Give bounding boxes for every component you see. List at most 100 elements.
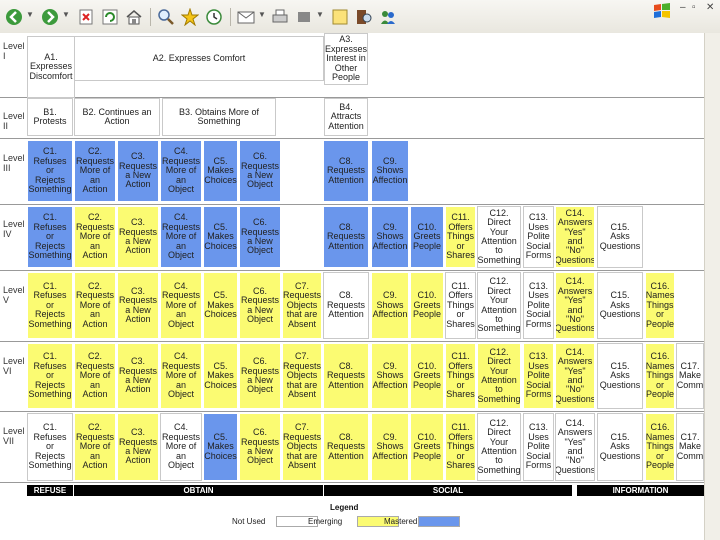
skill-cell: C4. Requests More of an Object	[160, 343, 202, 409]
skill-cell: C3. Requests a New Action	[117, 140, 159, 202]
skill-cell: C12. Direct Your Attention to Something	[477, 413, 521, 481]
skill-cell: C8. Requests Attention	[323, 272, 369, 339]
skill-cell: B1. Protests	[27, 98, 73, 136]
skill-cell: C10. Greets People	[410, 272, 444, 339]
skill-cell: C13. Uses Polite Social Forms	[523, 272, 554, 339]
legend-label-emerging: Emerging	[308, 517, 343, 526]
skill-cell: A1. Expresses Discomfort	[27, 36, 75, 98]
communication-matrix-page: Level I Level II Level III Level IV Level V L…	[0, 33, 704, 540]
skill-cell: C11. Offers Things or Shares	[445, 413, 476, 481]
skill-cell: C16. Names Things or People	[645, 413, 675, 481]
research-icon[interactable]	[354, 7, 374, 27]
skill-cell: C8. Requests Attention	[323, 413, 369, 481]
edit-icon[interactable]	[294, 7, 314, 27]
edit-dropdown-icon[interactable]: ▼	[316, 10, 324, 19]
legend-swatch-mastered	[418, 516, 460, 527]
legend-label-mastered: Mastered	[384, 517, 418, 526]
close-icon[interactable]: ✕	[706, 2, 714, 13]
skill-cell: C14. Answers "Yes" and "No" Questions	[555, 272, 595, 339]
skill-cell: C2. Requests More of an Action	[74, 413, 116, 481]
back-dropdown-icon[interactable]: ▼	[26, 10, 34, 19]
skill-cell: C17. Make Comm	[676, 413, 704, 481]
category-bar: REFUSE	[27, 485, 73, 496]
legend-label-not-used: Not Used	[232, 517, 266, 526]
skill-cell: B2. Continues an Action	[74, 98, 160, 136]
skill-cell: C12. Direct Your Attention to Something	[477, 206, 521, 268]
mail-icon[interactable]	[236, 7, 256, 27]
skill-cell: C7. Requests Objects that are Absent	[282, 272, 322, 339]
print-icon[interactable]	[270, 7, 290, 27]
level-label: Level II	[3, 111, 25, 131]
skill-cell: C2. Requests More of an Action	[74, 272, 116, 339]
skill-cell: C3. Requests a New Action	[117, 413, 159, 481]
skill-cell: C4. Requests More of an Object	[160, 272, 202, 339]
level-divider	[0, 270, 704, 271]
skill-cell: C5. Makes Choices	[203, 140, 238, 202]
level-label: Level VI	[3, 356, 25, 376]
skill-cell: C13. Uses Polite Social Forms	[523, 343, 554, 409]
skill-cell: C8. Requests Attention	[323, 343, 369, 409]
skill-cell: C6. Requests a New Object	[239, 206, 281, 268]
favorites-icon[interactable]	[180, 7, 200, 27]
skill-cell: C1. Refuses or Rejects Something	[27, 413, 73, 481]
skill-cell: C14. Answers "Yes" and "No" Questions	[555, 413, 595, 481]
skill-cell: C10. Greets People	[410, 343, 444, 409]
skill-cell: C6. Requests a New Object	[239, 140, 281, 202]
skill-cell: C4. Requests More of an Object	[160, 413, 202, 481]
legend-title: Legend	[330, 503, 359, 512]
level-divider	[0, 138, 704, 139]
skill-cell: C15. Asks Questions	[597, 413, 643, 481]
windows-logo-icon	[652, 1, 672, 21]
skill-cell: C12. Direct Your Attention to Something	[477, 343, 521, 409]
refresh-icon[interactable]	[100, 7, 120, 27]
skill-cell: C4. Requests More of an Object	[160, 206, 202, 268]
mail-dropdown-icon[interactable]: ▼	[258, 10, 266, 19]
messenger-icon[interactable]	[378, 7, 398, 27]
skill-cell: C17. Make Comm	[676, 343, 704, 409]
discuss-icon[interactable]	[330, 7, 350, 27]
skill-cell: C9. Shows Affection	[371, 272, 409, 339]
restore-icon[interactable]: ▫	[692, 2, 696, 13]
skill-cell: C11. Offers Things or Shares	[445, 206, 476, 268]
stop-icon[interactable]	[76, 7, 96, 27]
toolbar-separator	[150, 8, 151, 26]
back-icon[interactable]	[4, 7, 24, 27]
skill-cell: B4. Attracts Attention	[324, 98, 368, 136]
level-divider	[0, 204, 704, 205]
skill-cell: C1. Refuses or Rejects Something	[27, 140, 73, 202]
skill-cell: C13. Uses Polite Social Forms	[523, 413, 554, 481]
skill-cell: C14. Answers "Yes" and "No" Questions	[555, 206, 595, 268]
skill-cell: C4. Requests More of an Object	[160, 140, 202, 202]
skill-cell: C5. Makes Choices	[203, 206, 238, 268]
minimize-icon[interactable]: –	[680, 2, 686, 13]
skill-cell: A2. Expresses Comfort	[74, 36, 324, 81]
skill-cell: C15. Asks Questions	[597, 272, 643, 339]
forward-dropdown-icon[interactable]: ▼	[62, 10, 70, 19]
level-label: Level III	[3, 153, 25, 173]
skill-cell: C16. Names Things or People	[645, 343, 675, 409]
search-icon[interactable]	[156, 7, 176, 27]
history-icon[interactable]	[204, 7, 224, 27]
skill-cell: C2. Requests More of an Action	[74, 140, 116, 202]
skill-cell: C13. Uses Polite Social Forms	[523, 206, 554, 268]
skill-cell: C10. Greets People	[410, 413, 444, 481]
forward-icon[interactable]	[40, 7, 60, 27]
skill-cell: B3. Obtains More of Something	[162, 98, 276, 136]
level-label: Level V	[3, 285, 25, 305]
level-divider	[0, 341, 704, 342]
vertical-scrollbar[interactable]	[704, 33, 720, 540]
category-bar: OBTAIN	[74, 485, 323, 496]
home-icon[interactable]	[124, 7, 144, 27]
skill-cell: C6. Requests a New Object	[239, 413, 281, 481]
skill-cell: C2. Requests More of an Action	[74, 206, 116, 268]
skill-cell: C16. Names Things or People	[645, 272, 675, 339]
skill-cell: C1. Refuses or Rejects Something	[27, 343, 73, 409]
skill-cell: C9. Shows Affection	[371, 206, 409, 268]
category-bar: INFORMATION	[577, 485, 704, 496]
skill-cell: C3. Requests a New Action	[117, 343, 159, 409]
skill-cell: C5. Makes Choices	[203, 343, 238, 409]
skill-cell: C5. Makes Choices	[203, 413, 238, 481]
level-label: Level VII	[3, 426, 25, 446]
skill-cell: C7. Requests Objects that are Absent	[282, 343, 322, 409]
skill-cell: C11. Offers Things or Shares	[445, 343, 476, 409]
